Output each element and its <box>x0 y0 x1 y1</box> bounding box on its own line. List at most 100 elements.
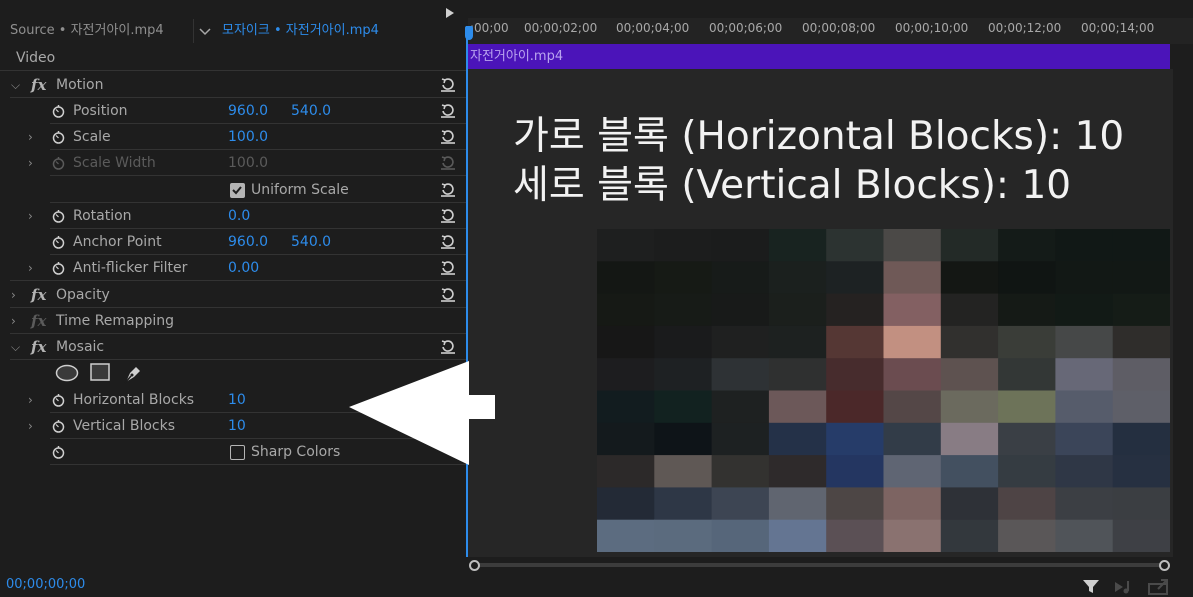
stopwatch-icon[interactable] <box>52 393 65 407</box>
mosaic-block <box>1055 358 1114 391</box>
reset-icon[interactable] <box>440 207 456 223</box>
sharp-colors-checkbox[interactable] <box>230 445 245 460</box>
mosaic-block <box>998 422 1056 456</box>
mosaic-block <box>1055 390 1114 424</box>
stopwatch-icon[interactable] <box>52 261 65 275</box>
mosaic-block <box>1112 358 1170 391</box>
stopwatch-icon[interactable] <box>52 209 65 223</box>
mosaic-block <box>711 422 770 456</box>
mosaic-block <box>826 325 884 359</box>
audio-icon[interactable] <box>1114 578 1136 595</box>
mosaic-block <box>597 358 655 391</box>
mosaic-block <box>597 261 655 295</box>
source-clip-tab[interactable]: Source • 자전거아이.mp4 <box>10 18 164 44</box>
mosaic-block <box>998 455 1056 488</box>
mosaic-block <box>998 229 1056 262</box>
position-y-value[interactable]: 540.0 <box>291 98 331 124</box>
mosaic-block <box>654 325 713 359</box>
checkbox-label: Uniform Scale <box>251 182 349 198</box>
mosaic-block <box>768 325 827 359</box>
mosaic-block <box>998 325 1056 359</box>
time-ruler[interactable]: :00;00 00;00;02;00 00;00;04;00 00;00;06;… <box>468 18 1193 44</box>
mosaic-block <box>597 390 655 424</box>
checkbox-label: Sharp Colors <box>251 444 341 460</box>
reset-icon[interactable] <box>440 76 456 92</box>
clip-bar[interactable] <box>468 44 1170 69</box>
fx-icon[interactable]: fx <box>31 72 46 98</box>
property-anti-flicker-row: › Anti-flicker Filter 0.00 <box>0 255 467 281</box>
scale-value[interactable]: 100.0 <box>228 124 268 150</box>
effect-opacity-row[interactable]: › fx Opacity <box>0 282 467 308</box>
stopwatch-icon[interactable] <box>52 235 65 249</box>
expand-toggle-icon[interactable]: ⌵ <box>11 72 21 98</box>
scrollbar-track[interactable] <box>478 563 1162 567</box>
anchor-y-value[interactable]: 540.0 <box>291 229 331 255</box>
stopwatch-icon[interactable] <box>52 419 65 433</box>
export-icon[interactable] <box>1148 578 1170 595</box>
playhead-handle[interactable] <box>465 26 473 40</box>
mosaic-block <box>998 261 1056 295</box>
mosaic-block <box>654 455 713 488</box>
expand-toggle-icon[interactable]: › <box>11 308 21 334</box>
uniform-scale-checkbox[interactable] <box>230 183 245 198</box>
reset-icon[interactable] <box>440 128 456 144</box>
vertical-blocks-value[interactable]: 10 <box>228 413 246 439</box>
horizontal-blocks-value[interactable]: 10 <box>228 387 246 413</box>
expand-toggle-icon[interactable]: › <box>28 150 38 176</box>
scroll-handle-left[interactable] <box>469 560 480 571</box>
anti-flicker-value[interactable]: 0.00 <box>228 255 259 281</box>
panel-header: Source • 자전거아이.mp4 모자이크 • 자전거아이.mp4 <box>0 18 467 44</box>
annotation-line-2: 세로 블록 (Vertical Blocks): 10 <box>513 163 1072 208</box>
fx-icon[interactable]: fx <box>31 282 46 308</box>
mosaic-block <box>826 229 884 262</box>
expand-toggle-icon[interactable]: › <box>28 413 38 439</box>
stopwatch-icon[interactable] <box>52 104 65 118</box>
reset-icon[interactable] <box>440 259 456 275</box>
mosaic-block <box>597 422 655 456</box>
stopwatch-icon[interactable] <box>52 445 65 459</box>
pen-mask-icon[interactable] <box>122 362 144 384</box>
ruler-tick: 00;00;08;00 <box>802 21 876 35</box>
anchor-x-value[interactable]: 960.0 <box>228 229 268 255</box>
expand-toggle-icon[interactable]: › <box>28 203 38 229</box>
property-label: Scale <box>73 129 111 145</box>
mosaic-block <box>768 519 827 552</box>
play-icon[interactable] <box>446 8 454 18</box>
mosaic-block <box>826 261 884 295</box>
expand-toggle-icon[interactable]: › <box>11 282 21 308</box>
mosaic-block <box>654 261 713 295</box>
playhead-line[interactable] <box>466 26 468 557</box>
mosaic-block <box>1112 293 1170 327</box>
filter-icon[interactable] <box>1082 578 1100 595</box>
mosaic-block <box>597 487 655 521</box>
position-x-value[interactable]: 960.0 <box>228 98 268 124</box>
property-label: Rotation <box>73 208 132 224</box>
effect-time-remapping-row[interactable]: › fx Time Remapping <box>0 308 467 334</box>
reset-icon[interactable] <box>440 181 456 197</box>
expand-toggle-icon[interactable]: ⌵ <box>11 334 21 360</box>
fx-icon[interactable]: fx <box>31 334 46 360</box>
active-clip-tab[interactable]: 모자이크 • 자전거아이.mp4 <box>222 18 379 44</box>
expand-toggle-icon[interactable]: › <box>28 387 38 413</box>
divider <box>0 70 467 71</box>
reset-icon[interactable] <box>440 233 456 249</box>
rectangle-mask-icon[interactable] <box>90 363 110 381</box>
scroll-handle-right[interactable] <box>1159 560 1170 571</box>
reset-icon[interactable] <box>440 338 456 354</box>
expand-toggle-icon[interactable]: › <box>28 124 38 150</box>
mosaic-block <box>940 390 999 424</box>
property-label: Scale Width <box>73 155 156 171</box>
reset-icon[interactable] <box>440 102 456 118</box>
chevron-down-icon[interactable] <box>198 18 212 44</box>
expand-toggle-icon[interactable]: › <box>28 255 38 281</box>
property-label: Anti-flicker Filter <box>73 260 188 276</box>
stopwatch-icon[interactable] <box>52 130 65 144</box>
property-scale-row: › Scale 100.0 <box>0 124 467 150</box>
effect-motion-row[interactable]: ⌵ fx Motion <box>0 72 467 98</box>
reset-icon[interactable] <box>440 286 456 302</box>
ruler-tick: 00;00;04;00 <box>616 21 690 35</box>
mosaic-preview <box>597 229 1170 552</box>
current-timecode[interactable]: 00;00;00;00 <box>6 577 85 592</box>
ellipse-mask-icon[interactable] <box>55 364 79 382</box>
rotation-value[interactable]: 0.0 <box>228 203 250 229</box>
